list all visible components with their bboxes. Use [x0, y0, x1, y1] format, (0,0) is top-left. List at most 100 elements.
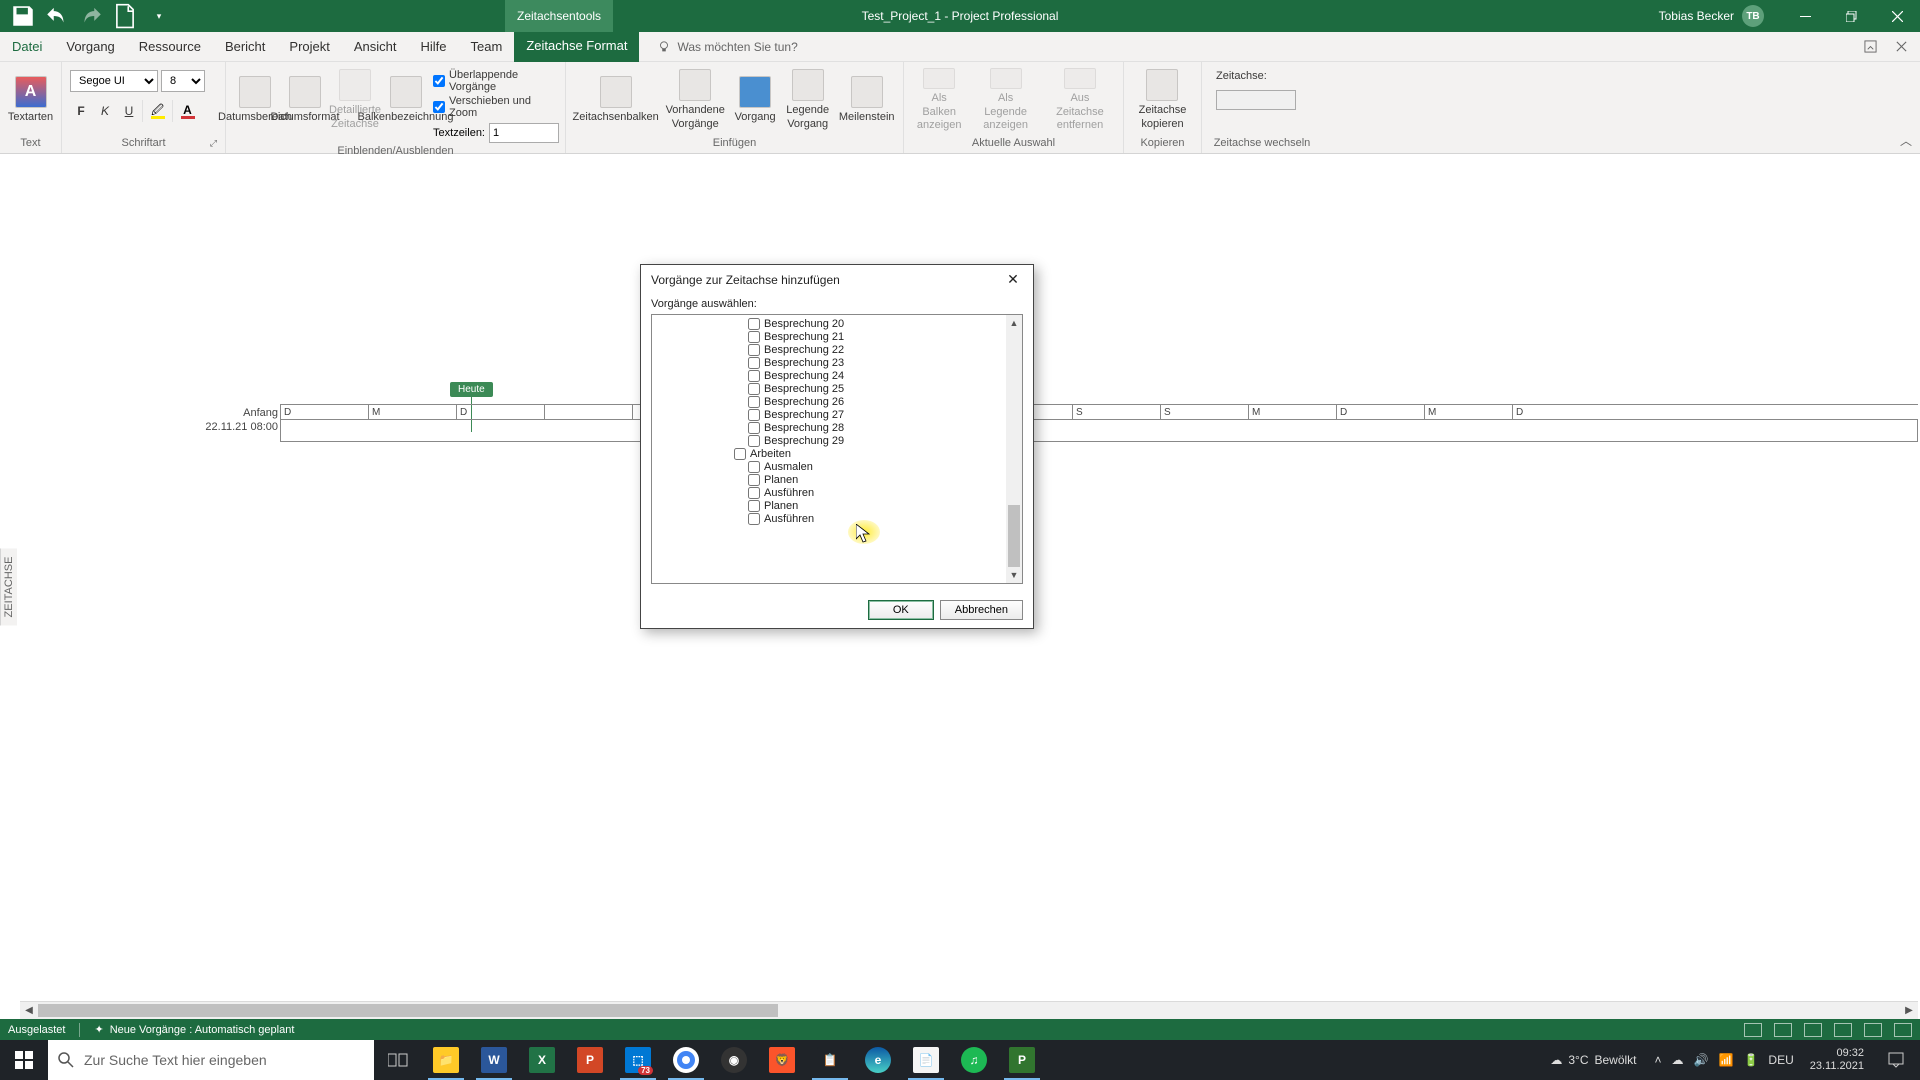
- ribbon-display-icon[interactable]: [1864, 40, 1877, 53]
- taskbar-app-generic1[interactable]: ⬚73: [614, 1040, 662, 1080]
- notification-center-button[interactable]: [1872, 1040, 1920, 1080]
- list-item[interactable]: Ausführen: [652, 486, 1022, 499]
- dialog-scrollbar[interactable]: ▲ ▼: [1006, 315, 1022, 583]
- user-account[interactable]: Tobias Becker TB: [1659, 5, 1782, 27]
- timeline-switch-select[interactable]: [1216, 90, 1296, 110]
- taskbar-app-generic2[interactable]: 📋: [806, 1040, 854, 1080]
- tell-me-search[interactable]: Was möchten Sie tun?: [657, 40, 797, 54]
- highlight-color-button[interactable]: 🖉: [142, 100, 170, 122]
- menu-ressource[interactable]: Ressource: [127, 32, 213, 62]
- view-shortcut-2[interactable]: [1774, 1023, 1792, 1037]
- undo-icon[interactable]: [44, 3, 70, 29]
- menu-vorgang[interactable]: Vorgang: [54, 32, 126, 62]
- underline-button[interactable]: U: [118, 100, 140, 122]
- menu-ansicht[interactable]: Ansicht: [342, 32, 409, 62]
- copy-timeline-button[interactable]: Zeitachse kopieren: [1133, 66, 1193, 134]
- dialog-close-button[interactable]: ✕: [1003, 271, 1023, 288]
- font-color-button[interactable]: A: [172, 100, 200, 122]
- font-dialog-launcher-icon[interactable]: ⤢: [210, 138, 217, 149]
- list-item[interactable]: Besprechung 20: [652, 317, 1022, 330]
- list-item[interactable]: Planen: [652, 499, 1022, 512]
- list-item[interactable]: Ausführen: [652, 512, 1022, 525]
- text-lines-input[interactable]: [489, 123, 559, 143]
- view-shortcut-6[interactable]: [1894, 1023, 1912, 1037]
- view-shortcut-3[interactable]: [1804, 1023, 1822, 1037]
- list-item[interactable]: Besprechung 24: [652, 369, 1022, 382]
- scrollbar-thumb[interactable]: [38, 1004, 778, 1017]
- pan-zoom-checkbox[interactable]: Verschieben und Zoom: [433, 94, 559, 120]
- start-button[interactable]: [0, 1040, 48, 1080]
- view-shortcut-4[interactable]: [1834, 1023, 1852, 1037]
- tray-onedrive-icon[interactable]: ☁: [1672, 1053, 1684, 1067]
- taskbar-app-excel[interactable]: X: [518, 1040, 566, 1080]
- italic-button[interactable]: K: [94, 100, 116, 122]
- dialog-scrollbar-thumb[interactable]: [1008, 505, 1020, 567]
- list-item[interactable]: Besprechung 22: [652, 343, 1022, 356]
- bar-label-button[interactable]: Balkenbezeichnung: [382, 66, 429, 134]
- taskbar-app-powerpoint[interactable]: P: [566, 1040, 614, 1080]
- list-item[interactable]: Besprechung 26: [652, 395, 1022, 408]
- list-item[interactable]: Besprechung 21: [652, 330, 1022, 343]
- taskbar-app-notepad[interactable]: 📄: [902, 1040, 950, 1080]
- view-tab-zeitachse[interactable]: ZEITACHSE: [0, 548, 17, 625]
- collapse-ribbon-icon[interactable]: ︿: [1900, 132, 1912, 149]
- restore-button[interactable]: [1828, 0, 1874, 32]
- task-list[interactable]: Besprechung 20 Besprechung 21 Besprechun…: [652, 315, 1022, 583]
- text-styles-button[interactable]: A Textarten: [6, 66, 55, 134]
- list-item[interactable]: Besprechung 28: [652, 421, 1022, 434]
- list-item[interactable]: Ausmalen: [652, 460, 1022, 473]
- window-close-icon[interactable]: [1895, 40, 1908, 53]
- overlap-checkbox[interactable]: Überlappende Vorgänge: [433, 68, 559, 94]
- list-item[interactable]: Besprechung 27: [652, 408, 1022, 421]
- tray-battery-icon[interactable]: 🔋: [1743, 1053, 1758, 1067]
- scroll-left-icon[interactable]: ◀: [20, 1002, 38, 1020]
- save-icon[interactable]: [10, 3, 36, 29]
- status-new-tasks[interactable]: Neue Vorgänge : Automatisch geplant: [110, 1024, 295, 1036]
- qat-customize-icon[interactable]: ▾: [146, 3, 172, 29]
- timeline-bar-area[interactable]: [280, 420, 1918, 442]
- task-button[interactable]: Vorgang: [731, 66, 779, 134]
- taskbar-app-explorer[interactable]: 📁: [422, 1040, 470, 1080]
- cancel-button[interactable]: Abbrechen: [940, 600, 1023, 620]
- menu-zeitachse-format[interactable]: Zeitachse Format: [514, 32, 639, 62]
- milestone-button[interactable]: Meilenstein: [836, 66, 897, 134]
- taskbar-app-obs[interactable]: ◉: [710, 1040, 758, 1080]
- menu-projekt[interactable]: Projekt: [277, 32, 341, 62]
- tray-expand-icon[interactable]: ˄: [1655, 1053, 1662, 1067]
- existing-tasks-button[interactable]: Vorhandene Vorgänge: [663, 66, 727, 134]
- taskbar-app-edge[interactable]: e: [854, 1040, 902, 1080]
- tray-network-icon[interactable]: 📶: [1719, 1053, 1734, 1067]
- ok-button[interactable]: OK: [868, 600, 934, 620]
- task-view-button[interactable]: [374, 1040, 422, 1080]
- list-item[interactable]: Planen: [652, 473, 1022, 486]
- list-item[interactable]: Arbeiten: [652, 447, 1022, 460]
- scroll-right-icon[interactable]: ▶: [1900, 1002, 1918, 1020]
- date-format-button[interactable]: Datumsformat: [282, 66, 328, 134]
- menu-team[interactable]: Team: [459, 32, 515, 62]
- taskbar-app-chrome[interactable]: [662, 1040, 710, 1080]
- font-name-select[interactable]: Segoe UI: [70, 70, 158, 92]
- close-button[interactable]: [1874, 0, 1920, 32]
- list-item[interactable]: Besprechung 23: [652, 356, 1022, 369]
- view-shortcut-1[interactable]: [1744, 1023, 1762, 1037]
- scroll-up-icon[interactable]: ▲: [1006, 315, 1022, 331]
- view-shortcut-5[interactable]: [1864, 1023, 1882, 1037]
- list-item[interactable]: Besprechung 29: [652, 434, 1022, 447]
- taskbar-weather[interactable]: ☁ 3°C Bewölkt: [1540, 1053, 1646, 1067]
- callout-task-button[interactable]: Legende Vorgang: [783, 66, 832, 134]
- timeline-bar-button[interactable]: Zeitachsenbalken: [572, 66, 659, 134]
- taskbar-clock[interactable]: 09:32 23.11.2021: [1802, 1047, 1872, 1073]
- taskbar-search[interactable]: Zur Suche Text hier eingeben: [48, 1040, 374, 1080]
- minimize-button[interactable]: [1782, 0, 1828, 32]
- menu-file[interactable]: Datei: [0, 32, 54, 62]
- taskbar-app-spotify[interactable]: ♫: [950, 1040, 998, 1080]
- tray-language[interactable]: DEU: [1768, 1053, 1793, 1067]
- taskbar-app-word[interactable]: W: [470, 1040, 518, 1080]
- taskbar-app-project[interactable]: P: [998, 1040, 1046, 1080]
- taskbar-app-brave[interactable]: 🦁: [758, 1040, 806, 1080]
- menu-bericht[interactable]: Bericht: [213, 32, 277, 62]
- font-size-select[interactable]: 8: [161, 70, 205, 92]
- tray-volume-icon[interactable]: 🔊: [1694, 1053, 1709, 1067]
- redo-icon[interactable]: [78, 3, 104, 29]
- menu-hilfe[interactable]: Hilfe: [409, 32, 459, 62]
